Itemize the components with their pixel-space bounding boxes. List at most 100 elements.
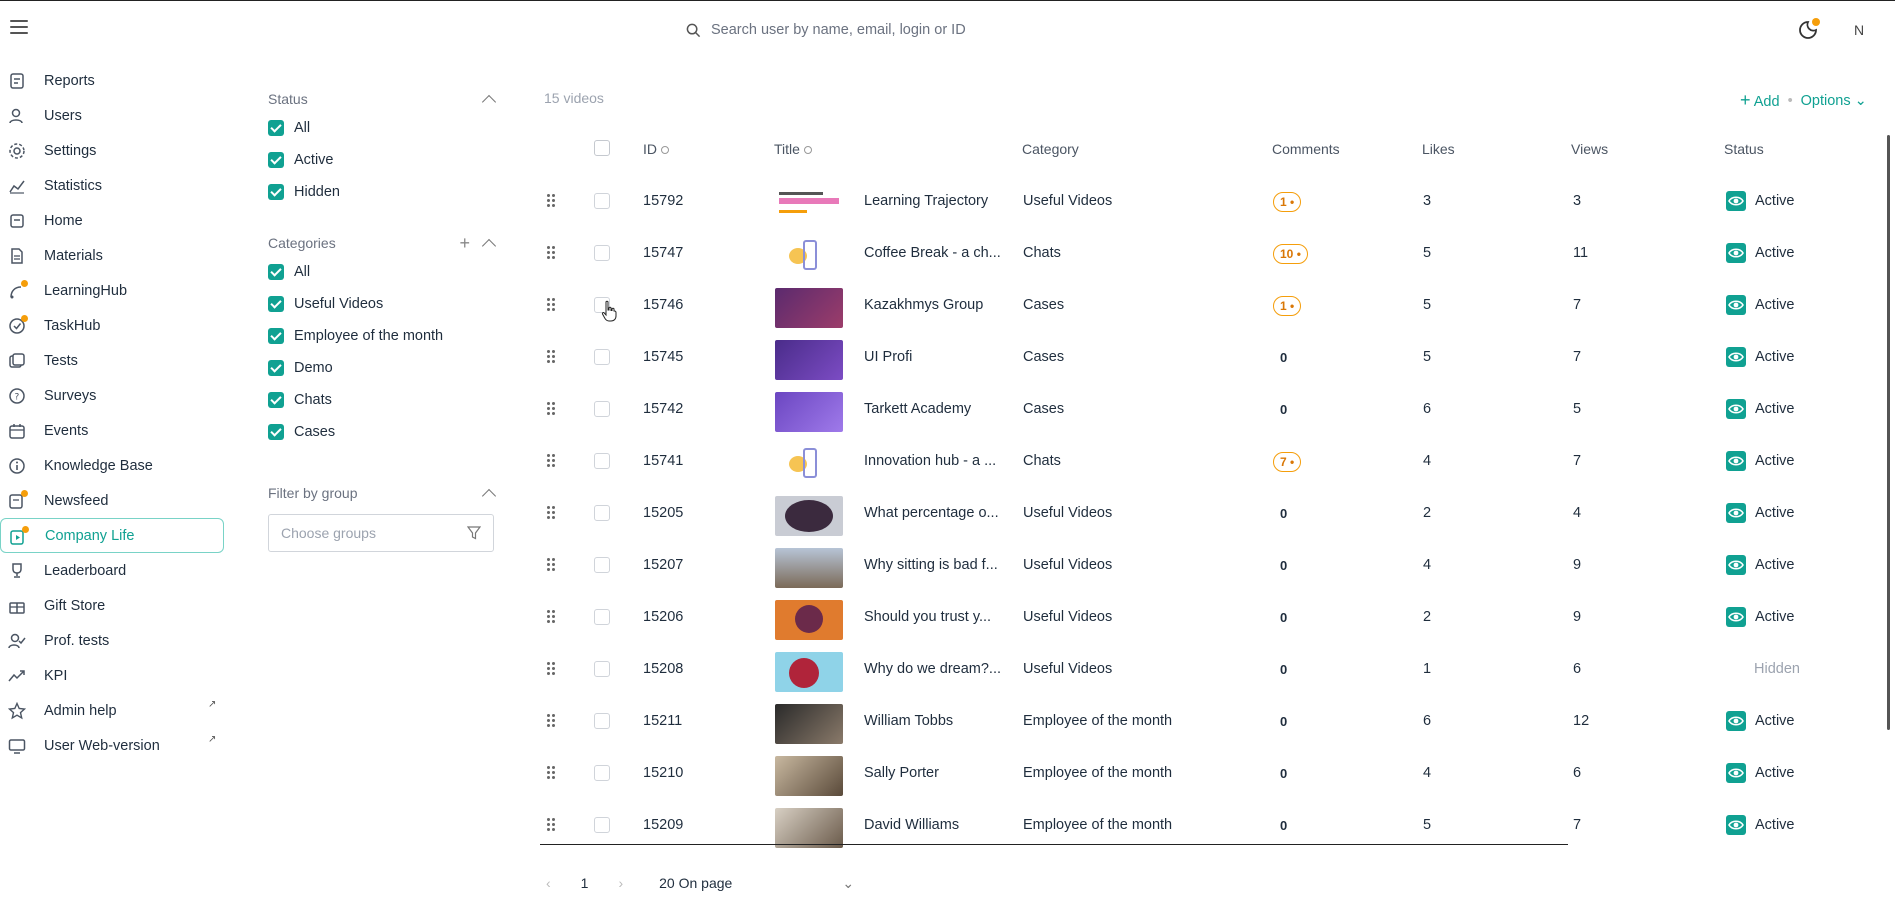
sidebar-item-home[interactable]: Home: [0, 203, 226, 238]
eye-icon[interactable]: [1726, 503, 1746, 523]
eye-icon[interactable]: [1726, 399, 1746, 419]
sidebar-item-tests[interactable]: Tests: [0, 343, 226, 378]
filter-option[interactable]: All: [268, 256, 494, 288]
drag-handle-icon[interactable]: [547, 194, 557, 208]
filter-option[interactable]: Cases: [268, 416, 494, 448]
video-thumbnail[interactable]: [775, 288, 843, 328]
menu-icon[interactable]: [10, 20, 28, 34]
eye-icon[interactable]: [1726, 711, 1746, 731]
drag-handle-icon[interactable]: [547, 246, 557, 260]
eye-icon[interactable]: [1726, 763, 1746, 783]
comments-badge[interactable]: 7: [1273, 452, 1302, 472]
filter-option[interactable]: Useful Videos: [268, 288, 494, 320]
row-checkbox[interactable]: [594, 713, 610, 729]
eye-icon[interactable]: [1726, 815, 1746, 835]
choose-groups-input[interactable]: Choose groups: [268, 514, 494, 552]
sidebar-item-user-web-version[interactable]: User Web-version ↗: [0, 728, 226, 763]
row-title[interactable]: William Tobbs: [864, 713, 953, 729]
table-row[interactable]: 15742 Tarkett Academy Cases 0 6 5 Active: [540, 386, 1895, 438]
video-thumbnail[interactable]: [775, 808, 843, 848]
sidebar-item-newsfeed[interactable]: Newsfeed: [0, 483, 226, 518]
drag-handle-icon[interactable]: [547, 402, 557, 416]
checkbox-checked[interactable]: [268, 392, 284, 408]
video-thumbnail[interactable]: [775, 756, 843, 796]
drag-handle-icon[interactable]: [547, 454, 557, 468]
chevron-up-icon[interactable]: [481, 238, 497, 253]
checkbox-checked[interactable]: [268, 120, 284, 136]
column-id[interactable]: ID: [643, 141, 669, 157]
comments-badge[interactable]: 10: [1273, 244, 1308, 264]
filter-option[interactable]: Chats: [268, 384, 494, 416]
row-title[interactable]: David Williams: [864, 817, 959, 833]
categories-filter-header[interactable]: Categories +: [268, 230, 497, 256]
prev-page-icon[interactable]: ‹: [546, 875, 551, 891]
video-thumbnail[interactable]: [775, 496, 843, 536]
status-filter-header[interactable]: Status: [268, 86, 497, 112]
table-row[interactable]: 15741 Innovation hub - a ... Chats 7 4 7 Activ…: [540, 438, 1895, 490]
select-all-checkbox[interactable]: [594, 140, 610, 156]
checkbox-checked[interactable]: [268, 296, 284, 312]
drag-handle-icon[interactable]: [547, 298, 557, 312]
add-category-icon[interactable]: +: [459, 234, 470, 252]
checkbox-checked[interactable]: [268, 328, 284, 344]
chevron-up-icon[interactable]: [481, 94, 497, 109]
comments-badge[interactable]: 1: [1273, 192, 1302, 212]
add-button[interactable]: + Add: [1740, 90, 1780, 111]
search-input[interactable]: Search user by name, email, login or ID: [686, 19, 966, 41]
filter-option[interactable]: Demo: [268, 352, 494, 384]
options-button[interactable]: Options ⌄: [1801, 93, 1867, 109]
drag-handle-icon[interactable]: [547, 610, 557, 624]
sidebar-item-surveys[interactable]: ? Surveys: [0, 378, 226, 413]
comments-badge[interactable]: 1: [1273, 296, 1302, 316]
drag-handle-icon[interactable]: [547, 818, 557, 832]
drag-handle-icon[interactable]: [547, 662, 557, 676]
checkbox-checked[interactable]: [268, 184, 284, 200]
page-size-select[interactable]: 20 On page ⌄: [659, 875, 854, 892]
avatar[interactable]: N: [1848, 19, 1870, 41]
row-title[interactable]: Coffee Break - a ch...: [864, 245, 1001, 261]
table-row[interactable]: 15208 Why do we dream?... Useful Videos 0 1 6…: [540, 646, 1895, 698]
sidebar-item-admin-help[interactable]: Admin help ↗: [0, 693, 226, 728]
row-checkbox[interactable]: [594, 401, 610, 417]
sidebar-item-reports[interactable]: Reports: [0, 63, 226, 98]
sidebar-item-settings[interactable]: Settings: [0, 133, 226, 168]
row-checkbox[interactable]: [594, 661, 610, 677]
sidebar-item-company-life[interactable]: Company Life: [0, 518, 224, 553]
row-checkbox[interactable]: [594, 505, 610, 521]
video-thumbnail[interactable]: [775, 340, 843, 380]
drag-handle-icon[interactable]: [547, 766, 557, 780]
sidebar-item-kpi[interactable]: KPI: [0, 658, 226, 693]
sidebar-item-taskhub[interactable]: TaskHub: [0, 308, 226, 343]
row-title[interactable]: Why do we dream?...: [864, 661, 1001, 677]
table-row[interactable]: 15746 Kazakhmys Group Cases 1 5 7 Active: [540, 282, 1895, 334]
checkbox-checked[interactable]: [268, 360, 284, 376]
row-title[interactable]: Kazakhmys Group: [864, 297, 983, 313]
row-checkbox[interactable]: [594, 453, 610, 469]
sidebar-item-statistics[interactable]: Statistics: [0, 168, 226, 203]
table-row[interactable]: 15205 What percentage o... Useful Videos 0 2…: [540, 490, 1895, 542]
eye-icon[interactable]: [1726, 295, 1746, 315]
sidebar-item-users[interactable]: Users: [0, 98, 226, 133]
video-thumbnail[interactable]: [775, 548, 843, 588]
drag-handle-icon[interactable]: [547, 350, 557, 364]
next-page-icon[interactable]: ›: [618, 875, 623, 891]
eye-icon[interactable]: [1726, 607, 1746, 627]
drag-handle-icon[interactable]: [547, 714, 557, 728]
row-title[interactable]: Innovation hub - a ...: [864, 453, 996, 469]
chevron-up-icon[interactable]: [481, 488, 497, 503]
row-checkbox[interactable]: [594, 609, 610, 625]
eye-icon[interactable]: [1726, 347, 1746, 367]
sidebar-item-gift-store[interactable]: Gift Store: [0, 588, 226, 623]
checkbox-checked[interactable]: [268, 424, 284, 440]
filter-option[interactable]: Hidden: [268, 176, 494, 208]
group-filter-header[interactable]: Filter by group: [268, 480, 497, 506]
filter-option[interactable]: Active: [268, 144, 494, 176]
row-title[interactable]: Why sitting is bad f...: [864, 557, 998, 573]
column-title[interactable]: Title: [774, 141, 812, 157]
row-title[interactable]: Sally Porter: [864, 765, 939, 781]
video-thumbnail[interactable]: [775, 236, 843, 276]
row-title[interactable]: UI Profi: [864, 349, 912, 365]
row-checkbox[interactable]: [594, 817, 610, 833]
search-icon[interactable]: [661, 146, 669, 155]
checkbox-checked[interactable]: [268, 152, 284, 168]
